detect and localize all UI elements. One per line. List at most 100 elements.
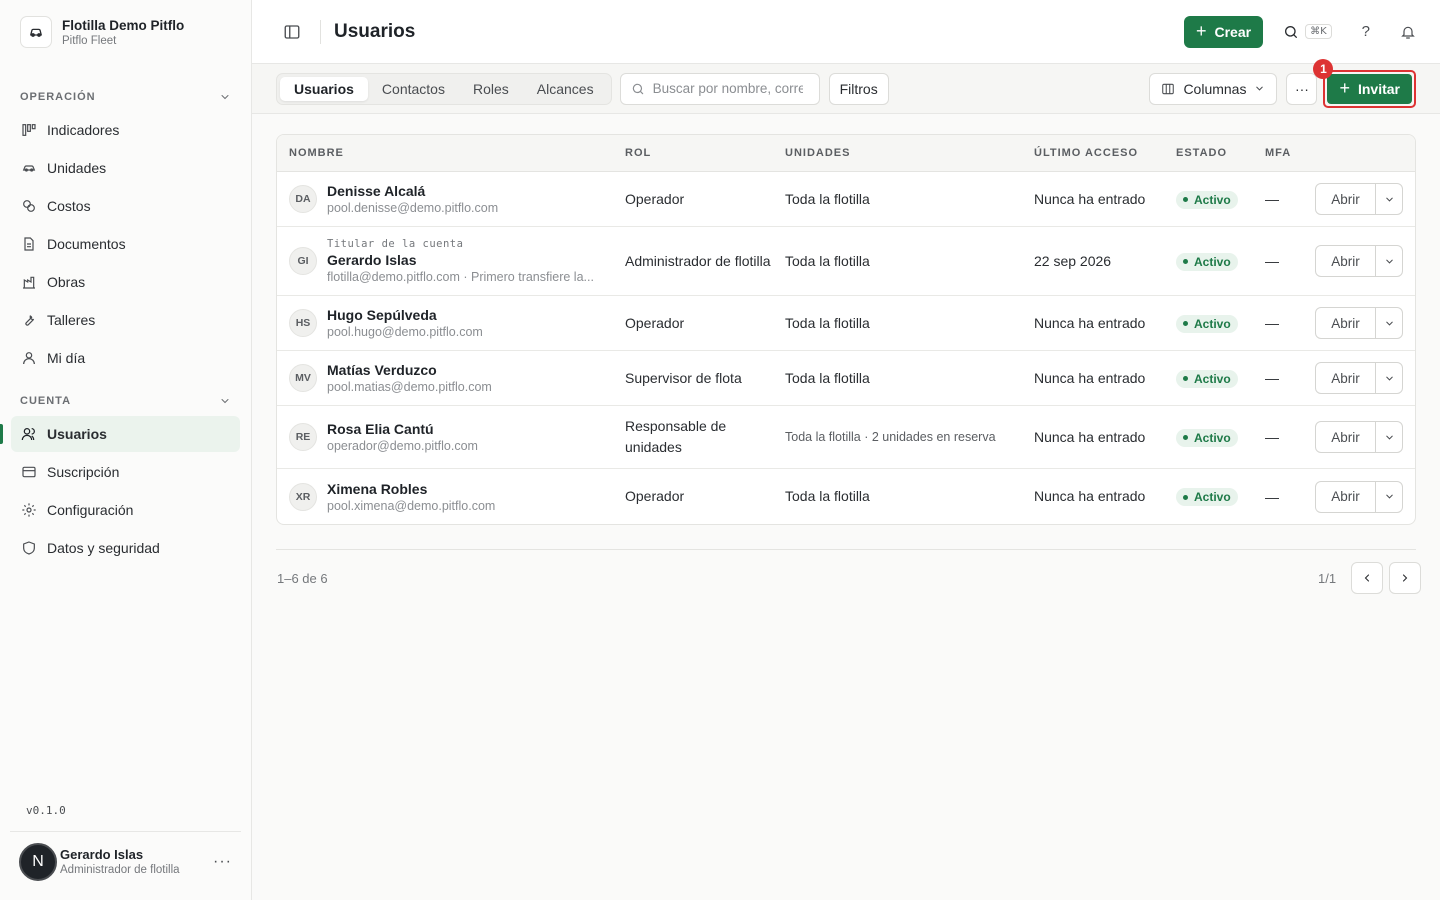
- user-name: Gerardo Islas: [327, 252, 417, 268]
- user-name: Denisse Alcalá: [327, 183, 426, 199]
- invite-button-label: Invitar: [1357, 80, 1400, 97]
- org-switcher[interactable]: Flotilla Demo Pitflo Pitflo Fleet: [0, 0, 251, 64]
- sidebar-item-suscripcion[interactable]: Suscripción: [11, 454, 240, 490]
- status-label: Activo: [1194, 254, 1231, 269]
- open-button[interactable]: Abrir: [1316, 422, 1376, 452]
- tab-roles[interactable]: Roles: [459, 77, 523, 101]
- invite-button[interactable]: + Invitar: [1327, 73, 1412, 104]
- user-name: Ximena Robles: [327, 480, 428, 497]
- help-button[interactable]: ?: [1362, 23, 1370, 40]
- user-units: Toda la flotilla: [785, 488, 870, 504]
- more-icon[interactable]: ···: [213, 853, 232, 871]
- sidebar-item-mi-dia[interactable]: Mi día: [11, 340, 240, 376]
- open-button[interactable]: Abrir: [1316, 246, 1376, 276]
- plus-icon: +: [1195, 21, 1207, 41]
- global-search-button[interactable]: ⌘K: [1283, 24, 1332, 40]
- search-input[interactable]: [652, 81, 803, 96]
- sidebar-item-costos[interactable]: Costos: [11, 188, 240, 224]
- shield-icon: [20, 539, 38, 557]
- row-actions: Abrir: [1315, 421, 1403, 453]
- sidebar-item-label: Costos: [47, 198, 91, 214]
- create-button[interactable]: + Crear: [1183, 15, 1264, 48]
- open-button[interactable]: Abrir: [1316, 184, 1376, 214]
- column-header-role[interactable]: ROL: [625, 147, 785, 159]
- user-units: Toda la flotilla · 2 unidades en reserva: [785, 429, 996, 444]
- sidebar-item-configuracion[interactable]: Configuración: [11, 492, 240, 528]
- sidebar-toggle-button[interactable]: [280, 20, 304, 44]
- sidebar-item-datos-seguridad[interactable]: Datos y seguridad: [11, 530, 240, 566]
- sidebar-item-documentos[interactable]: Documentos: [11, 226, 240, 262]
- column-header-mfa[interactable]: MFA: [1265, 147, 1315, 159]
- factory-icon: [20, 273, 38, 291]
- tab-alcances[interactable]: Alcances: [523, 77, 608, 101]
- row-menu-button[interactable]: [1376, 308, 1402, 338]
- column-header-units[interactable]: UNIDADES: [785, 147, 1034, 159]
- status-badge: Activo: [1176, 314, 1238, 333]
- user-name: Hugo Sepúlveda: [327, 307, 437, 323]
- sidebar-item-unidades[interactable]: Unidades: [11, 150, 240, 186]
- sidebar-item-talleres[interactable]: Talleres: [11, 302, 240, 338]
- search-icon: [632, 83, 643, 94]
- table-row[interactable]: DA Denisse Alcalá pool.denisse@demo.pitf…: [277, 172, 1415, 227]
- next-page-button[interactable]: [1389, 562, 1422, 594]
- row-menu-button[interactable]: [1376, 422, 1402, 452]
- row-menu-button[interactable]: [1376, 482, 1402, 512]
- user-menu[interactable]: N Gerardo Islas Administrador de flotill…: [10, 831, 241, 891]
- column-header-last-access[interactable]: ÚLTIMO ACCESO: [1034, 147, 1176, 159]
- table-row[interactable]: XR Ximena Robles pool.ximena@demo.pitflo…: [277, 469, 1415, 524]
- row-menu-button[interactable]: [1376, 184, 1402, 214]
- sidebar-item-label: Usuarios: [47, 426, 107, 442]
- pagination: 1/1: [1318, 562, 1422, 594]
- sidebar-item-label: Talleres: [47, 312, 96, 328]
- tabs: Usuarios Contactos Roles Alcances: [276, 72, 612, 105]
- columns-icon: [1162, 83, 1175, 94]
- status-label: Activo: [1194, 490, 1231, 505]
- open-button[interactable]: Abrir: [1316, 363, 1376, 393]
- avatar: GI: [289, 247, 317, 275]
- chevron-down-icon: [1385, 376, 1393, 381]
- tab-contactos[interactable]: Contactos: [368, 77, 459, 101]
- sidebar-item-indicadores[interactable]: Indicadores: [11, 112, 240, 148]
- section-title: CUENTA: [20, 395, 72, 407]
- page-title: Usuarios: [334, 20, 416, 42]
- search-field[interactable]: [619, 72, 820, 105]
- table-row[interactable]: GI Titular de la cuenta Gerardo Islas fl…: [277, 227, 1415, 296]
- open-button[interactable]: Abrir: [1316, 481, 1376, 512]
- table-row[interactable]: HS Hugo Sepúlveda pool.hugo@demo.pitflo.…: [277, 296, 1415, 351]
- table-row[interactable]: MV Matías Verduzco pool.matias@demo.pitf…: [277, 351, 1415, 406]
- topbar: Usuarios + Crear ⌘K ?: [252, 0, 1440, 64]
- column-header-name[interactable]: NOMBRE: [277, 147, 625, 159]
- status-badge: Activo: [1176, 369, 1238, 388]
- divider: [320, 19, 321, 44]
- sidebar-item-label: Unidades: [47, 160, 107, 176]
- row-menu-button[interactable]: [1376, 363, 1402, 393]
- sidebar-item-obras[interactable]: Obras: [11, 264, 240, 300]
- more-options-button[interactable]: ···: [1286, 72, 1318, 105]
- user-email: pool.ximena@demo.pitflo.com: [327, 498, 496, 513]
- avatar: HS: [289, 309, 317, 337]
- filters-button[interactable]: Filtros: [828, 72, 889, 105]
- open-button[interactable]: Abrir: [1316, 308, 1376, 338]
- shortcut-hint: ⌘K: [1305, 24, 1332, 39]
- section-operation[interactable]: OPERACIÓN: [0, 87, 251, 107]
- user-email: pool.denisse@demo.pitflo.com: [327, 201, 499, 215]
- tab-usuarios[interactable]: Usuarios: [280, 76, 368, 101]
- user-last-access: Nunca ha entrado: [1034, 488, 1146, 504]
- row-actions: Abrir: [1315, 480, 1403, 513]
- section-account[interactable]: CUENTA: [0, 391, 251, 411]
- coins-icon: [20, 197, 38, 215]
- user-role: Operador: [625, 314, 685, 331]
- table-row[interactable]: RE Rosa Elia Cantú operador@demo.pitflo.…: [277, 406, 1415, 469]
- row-menu-button[interactable]: [1376, 246, 1402, 276]
- chevron-left-icon: [1364, 574, 1370, 582]
- previous-page-button[interactable]: [1351, 562, 1384, 594]
- user-units: Toda la flotilla: [785, 252, 870, 269]
- status-label: Activo: [1194, 430, 1231, 445]
- sidebar-item-usuarios[interactable]: Usuarios: [0, 416, 240, 452]
- users-table: NOMBRE ROL UNIDADES ÚLTIMO ACCESO ESTADO…: [276, 134, 1416, 525]
- columns-button[interactable]: Columnas: [1149, 72, 1278, 105]
- notifications-button[interactable]: [1400, 24, 1416, 40]
- user-last-access: Nunca ha entrado: [1034, 190, 1146, 207]
- column-header-status[interactable]: ESTADO: [1176, 147, 1265, 159]
- document-icon: [20, 235, 38, 253]
